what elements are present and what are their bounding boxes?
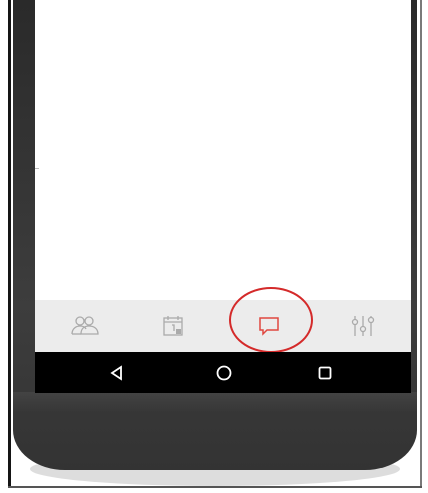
figure-border-left — [8, 0, 11, 487]
tutorial-figure — [0, 0, 428, 493]
tab-calendar[interactable] — [143, 300, 203, 352]
home-icon — [216, 365, 232, 380]
back-icon — [110, 364, 122, 381]
screen-edge-mark — [35, 168, 39, 169]
sliders-icon — [351, 316, 375, 336]
people-icon — [71, 316, 99, 335]
recents-icon — [318, 366, 332, 379]
android-nav-bar — [35, 352, 411, 393]
phone-chin-highlight — [13, 392, 417, 412]
phone-screen — [35, 0, 411, 300]
tab-people[interactable] — [55, 300, 115, 352]
tab-settings[interactable] — [333, 300, 393, 352]
tab-chat[interactable] — [239, 300, 299, 352]
home-button[interactable] — [204, 352, 244, 393]
recents-button[interactable] — [305, 352, 345, 393]
app-tab-bar — [35, 300, 411, 352]
calendar-icon — [163, 316, 183, 336]
figure-border-bottom — [8, 486, 422, 488]
figure-border-right — [420, 0, 422, 487]
back-button[interactable] — [97, 352, 137, 393]
chat-icon — [259, 317, 279, 336]
